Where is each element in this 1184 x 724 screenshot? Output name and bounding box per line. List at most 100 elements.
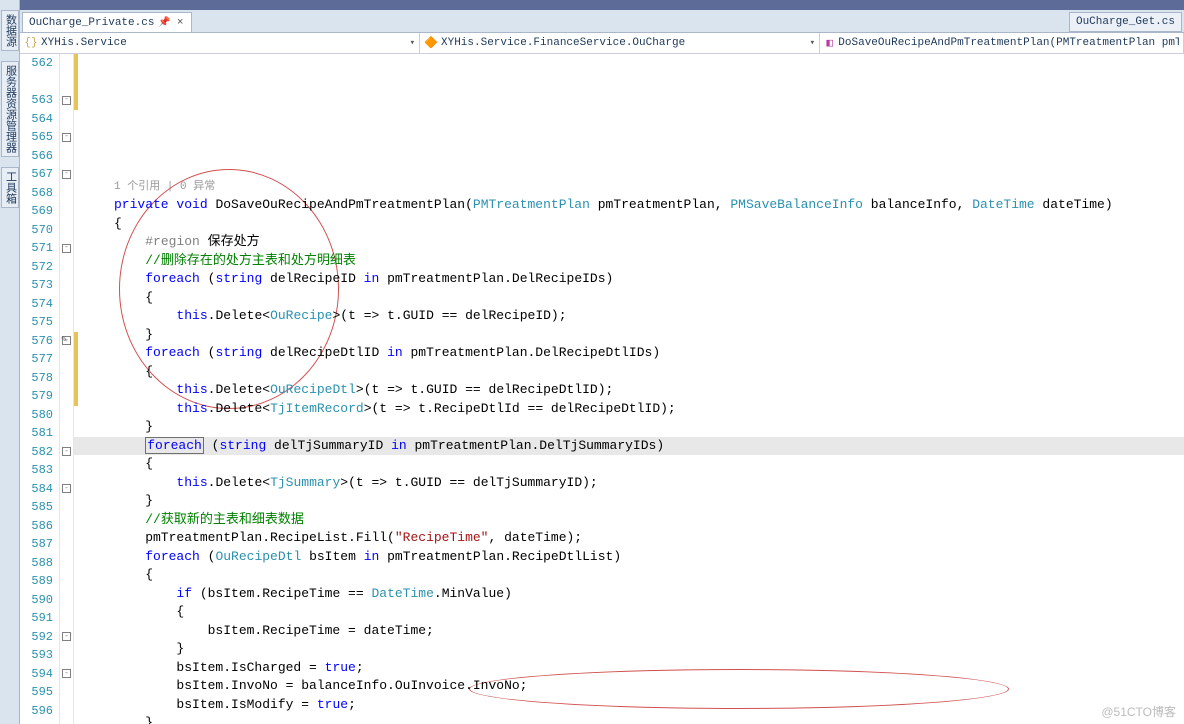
code-line[interactable]: {: [74, 455, 1184, 474]
code-line[interactable]: }: [74, 326, 1184, 345]
code-line[interactable]: {: [74, 215, 1184, 234]
code-line[interactable]: foreach (OuRecipeDtl bsItem in pmTreatme…: [74, 548, 1184, 567]
namespace-dropdown[interactable]: {} XYHis.Service ▾: [20, 33, 420, 53]
fold-minus-icon[interactable]: -: [62, 669, 71, 678]
fold-minus-icon[interactable]: -: [62, 484, 71, 493]
fold-cell: [60, 147, 73, 166]
fold-minus-icon[interactable]: -: [62, 170, 71, 179]
line-number: 590: [20, 591, 53, 610]
line-number: 592: [20, 628, 53, 647]
fold-cell: [60, 110, 73, 129]
code-line[interactable]: foreach (string delRecipeDtlID in pmTrea…: [74, 344, 1184, 363]
side-tool-tabs: 数据源 服务器资源管理器 工具箱: [0, 0, 20, 724]
pin-icon[interactable]: 📌: [158, 17, 170, 29]
line-number: 562: [20, 54, 53, 73]
fold-cell[interactable]: -: [60, 128, 73, 147]
method-icon: ◧: [824, 36, 835, 50]
code-line[interactable]: }: [74, 418, 1184, 437]
code-line[interactable]: }: [74, 714, 1184, 724]
line-number: 566: [20, 147, 53, 166]
fold-cell: [60, 221, 73, 240]
code-line[interactable]: private void DoSaveOuRecipeAndPmTreatmen…: [74, 196, 1184, 215]
line-number: 594: [20, 665, 53, 684]
fold-cell[interactable]: -: [60, 239, 73, 258]
line-number: 572: [20, 258, 53, 277]
vert-tab-server-explorer[interactable]: 服务器资源管理器: [1, 61, 19, 157]
fold-cell: [60, 369, 73, 388]
fold-cell: [60, 350, 73, 369]
code-line[interactable]: //删除存在的处方主表和处方明细表: [74, 252, 1184, 271]
code-line[interactable]: pmTreatmentPlan.RecipeList.Fill("RecipeT…: [74, 529, 1184, 548]
fold-cell[interactable]: -: [60, 665, 73, 684]
line-number: 586: [20, 517, 53, 536]
line-number-gutter: 5625635645655665675685695705715725735745…: [20, 54, 60, 724]
fold-minus-icon[interactable]: -: [62, 96, 71, 105]
line-number: 569: [20, 202, 53, 221]
navigation-bar: {} XYHis.Service ▾ 🔶 XYHis.Service.Finan…: [20, 32, 1184, 54]
line-number: 578: [20, 369, 53, 388]
code-line[interactable]: #region 保存处方: [74, 233, 1184, 252]
line-number: 565: [20, 128, 53, 147]
codelens[interactable]: 1 个引用 | 0 异常: [74, 178, 1184, 197]
close-icon[interactable]: ×: [175, 17, 186, 29]
code-line[interactable]: bsItem.IsCharged = true;: [74, 659, 1184, 678]
vert-tab-toolbox[interactable]: 工具箱: [1, 167, 19, 208]
line-number: 570: [20, 221, 53, 240]
line-number: 582: [20, 443, 53, 462]
fold-minus-icon[interactable]: -: [62, 133, 71, 142]
line-number: 593: [20, 646, 53, 665]
code-line[interactable]: {: [74, 603, 1184, 622]
line-number: 564: [20, 110, 53, 129]
fold-cell: [60, 554, 73, 573]
fold-cell: [60, 572, 73, 591]
file-tab-active[interactable]: OuCharge_Private.cs 📌 ×: [22, 12, 192, 32]
code-line[interactable]: {: [74, 566, 1184, 585]
code-line[interactable]: {: [74, 363, 1184, 382]
code-line[interactable]: this.Delete<TjSummary>(t => t.GUID == de…: [74, 474, 1184, 493]
fold-cell[interactable]: -: [60, 91, 73, 110]
method-dropdown[interactable]: ◧ DoSaveOuRecipeAndPmTreatmentPlan(PMTre…: [820, 33, 1184, 53]
fold-minus-icon[interactable]: -: [62, 244, 71, 253]
code-line[interactable]: }: [74, 492, 1184, 511]
line-number: 589: [20, 572, 53, 591]
line-number: 581: [20, 424, 53, 443]
code-line[interactable]: bsItem.IsModify = true;: [74, 696, 1184, 715]
document-tab-strip: OuCharge_Private.cs 📌 × OuCharge_Get.cs: [20, 10, 1184, 32]
fold-minus-icon[interactable]: -: [62, 632, 71, 641]
fold-cell: [60, 54, 73, 73]
class-dropdown[interactable]: 🔶 XYHis.Service.FinanceService.OuCharge …: [420, 33, 820, 53]
code-line[interactable]: {: [74, 289, 1184, 308]
fold-cell: [60, 73, 73, 92]
fold-cell: [60, 313, 73, 332]
fold-cell[interactable]: -: [60, 165, 73, 184]
code-line[interactable]: if (bsItem.RecipeTime == DateTime.MinVal…: [74, 585, 1184, 604]
chevron-down-icon: ▾: [810, 38, 815, 48]
fold-cell: [60, 424, 73, 443]
code-line[interactable]: foreach (string delRecipeID in pmTreatme…: [74, 270, 1184, 289]
fold-cell[interactable]: -: [60, 480, 73, 499]
fold-minus-icon[interactable]: -: [62, 447, 71, 456]
namespace-icon: {}: [24, 36, 38, 50]
fold-cell: [60, 276, 73, 295]
code-line[interactable]: }: [74, 640, 1184, 659]
file-tab-inactive[interactable]: OuCharge_Get.cs: [1069, 12, 1182, 32]
fold-cell: [60, 387, 73, 406]
code-line[interactable]: this.Delete<OuRecipeDtl>(t => t.GUID == …: [74, 381, 1184, 400]
fold-cell: [60, 295, 73, 314]
vert-tab-datasource[interactable]: 数据源: [1, 10, 19, 51]
namespace-label: XYHis.Service: [41, 37, 127, 49]
fold-cell: [60, 517, 73, 536]
code-line[interactable]: this.Delete<TjItemRecord>(t => t.RecipeD…: [74, 400, 1184, 419]
code-line[interactable]: bsItem.RecipeTime = dateTime;: [74, 622, 1184, 641]
code-editor[interactable]: 5625635645655665675685695705715725735745…: [20, 54, 1184, 724]
chevron-down-icon: ▾: [410, 38, 415, 48]
line-number: 574: [20, 295, 53, 314]
fold-cell[interactable]: -: [60, 443, 73, 462]
code-line[interactable]: //获取新的主表和细表数据: [74, 511, 1184, 530]
fold-cell[interactable]: -: [60, 628, 73, 647]
code-area[interactable]: 1 个引用 | 0 异常private void DoSaveOuRecipeA…: [74, 54, 1184, 724]
code-line[interactable]: foreach (string delTjSummaryID in pmTrea…: [74, 437, 1184, 456]
code-line[interactable]: this.Delete<OuRecipe>(t => t.GUID == del…: [74, 307, 1184, 326]
code-line[interactable]: bsItem.InvoNo = balanceInfo.OuInvoice.In…: [74, 677, 1184, 696]
code-line[interactable]: [74, 159, 1184, 178]
